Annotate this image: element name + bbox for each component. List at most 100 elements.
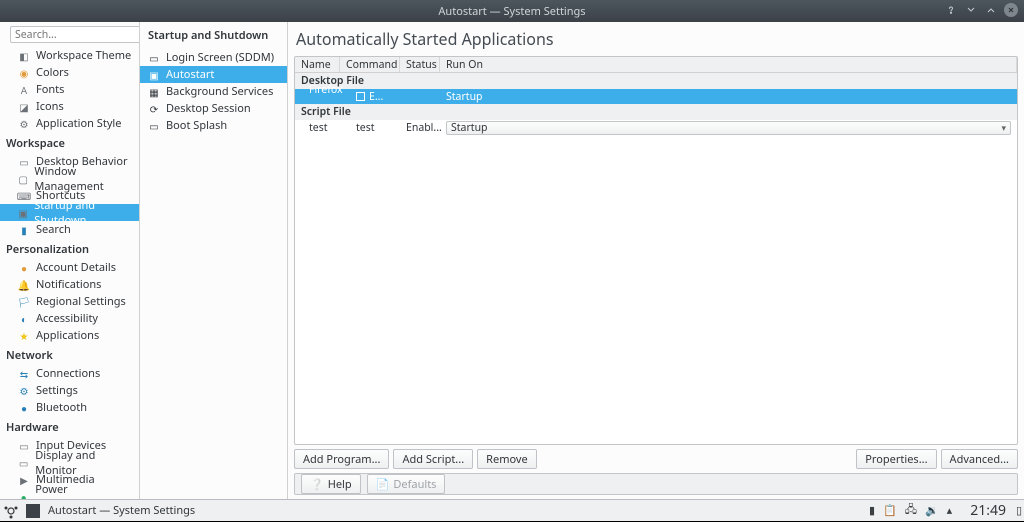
minimize-window-button[interactable] xyxy=(964,3,978,17)
sidebar-item-bluetooth[interactable]: ●Bluetooth xyxy=(0,399,139,416)
generic-icon: 🏳 xyxy=(18,296,30,308)
generic-icon: ⇆ xyxy=(18,368,30,380)
generic-icon: ● xyxy=(18,402,30,414)
generic-icon: ▶ xyxy=(18,474,30,486)
mid-item-login-screen-sddm-[interactable]: ▭Login Screen (SDDM) xyxy=(140,49,287,66)
mid-item-background-services[interactable]: ▦Background Services xyxy=(140,83,287,100)
generic-icon: 🔔 xyxy=(18,279,30,291)
generic-icon: ⟳ xyxy=(148,103,160,115)
remove-button[interactable]: Remove xyxy=(477,449,537,469)
task-label[interactable]: Autostart — System Settings xyxy=(40,503,203,518)
help-button[interactable]: ❔Help xyxy=(301,474,361,494)
properties-button[interactable]: Properties... xyxy=(856,449,936,469)
tray-volume-icon[interactable]: 🔉 xyxy=(925,503,939,518)
advanced-button[interactable]: Advanced... xyxy=(941,449,1018,469)
generic-icon: ▭ xyxy=(18,457,29,469)
sidebar-item-label: Workspace Theme xyxy=(36,48,131,63)
add-program-button[interactable]: Add Program... xyxy=(294,449,389,469)
column-header[interactable]: Status xyxy=(400,57,440,72)
tray-disk-icon[interactable]: ▮ xyxy=(869,503,875,518)
column-header[interactable]: Command xyxy=(340,57,400,72)
sidebar-item-connections[interactable]: ⇆ Connections xyxy=(0,365,139,382)
sidebar-item-label: Settings xyxy=(36,383,78,398)
window-title: Autostart — System Settings xyxy=(438,4,585,19)
sidebar-item-applications[interactable]: ★ Applications xyxy=(0,327,139,344)
sidebar-item-account-details[interactable]: ●Account Details xyxy=(0,259,139,276)
sidebar-item-colors[interactable]: ◉ Colors xyxy=(0,64,139,81)
runon-select[interactable]: Startup▾ xyxy=(446,121,1011,135)
generic-icon: ▭ xyxy=(18,440,30,452)
sidebar-category: Personalization xyxy=(0,238,139,259)
sidebar-item-label: Icons xyxy=(36,99,64,114)
generic-icon: ▣ xyxy=(148,69,160,81)
generic-icon: A xyxy=(18,84,30,96)
tray-network-icon[interactable]: 🖧 xyxy=(905,501,917,520)
sidebar-item-label: Applications xyxy=(36,328,99,343)
status-checkbox[interactable] xyxy=(356,92,365,101)
search-input[interactable] xyxy=(10,26,140,43)
sidebar-item-workspace-theme[interactable]: ◧Workspace Theme xyxy=(0,47,139,64)
generic-icon: ⚙ xyxy=(18,118,30,130)
tray-expand-icon[interactable]: ▴ xyxy=(947,503,953,518)
sidebar-item-label: Colors xyxy=(36,65,69,80)
system-tray: ▮ 📋 🖧 🔉 ▴ xyxy=(859,501,962,520)
generic-icon: ◐ xyxy=(18,313,30,325)
footer-bar: ❔Help 📄Defaults xyxy=(294,473,1018,495)
sidebar-item-label: Application Style xyxy=(36,116,121,131)
tray-clipboard-icon[interactable]: 📋 xyxy=(883,503,897,518)
generic-icon: ▭ xyxy=(148,120,160,132)
sidebar-item-notifications[interactable]: 🔔Notifications xyxy=(0,276,139,293)
generic-icon: ★ xyxy=(18,330,30,342)
cell-name: test xyxy=(295,121,350,135)
generic-icon: ◉ xyxy=(18,67,30,79)
column-header[interactable]: Run On xyxy=(440,57,1017,72)
sidebar-item-power-management[interactable]: ●Power Management xyxy=(0,488,139,499)
defaults-button[interactable]: 📄Defaults xyxy=(367,474,446,494)
column-header[interactable]: Name xyxy=(295,57,340,72)
generic-icon: ● xyxy=(18,491,29,500)
titlebar: Autostart — System Settings xyxy=(0,0,1024,22)
sidebar-item-icons[interactable]: ◪ Icons xyxy=(0,98,139,115)
sidebar-category: Workspace xyxy=(0,132,139,153)
mid-item-label: Login Screen (SDDM) xyxy=(166,50,274,65)
defaults-icon: 📄 xyxy=(376,477,390,492)
sidebar-item-fonts[interactable]: A Fonts xyxy=(0,81,139,98)
sidebar-item-label: Connections xyxy=(36,366,100,381)
sidebar-item-accessibility[interactable]: ◐ Accessibility xyxy=(0,310,139,327)
mid-item-label: Boot Splash xyxy=(166,118,227,133)
clock[interactable]: 21:49 xyxy=(962,501,1014,520)
mid-item-desktop-session[interactable]: ⟳ Desktop Session xyxy=(140,100,287,117)
table-row[interactable]: testtestEnabl...Startup▾ xyxy=(295,120,1017,135)
sidebar-category: Network xyxy=(0,344,139,365)
sidebar-item-label: Accessibility xyxy=(36,311,98,326)
page-title: Automatically Started Applications xyxy=(294,28,1018,52)
mid-item-autostart[interactable]: ▣Autostart xyxy=(140,66,287,83)
generic-icon: ◪ xyxy=(18,101,30,113)
sidebar-item-label: Fonts xyxy=(36,82,64,97)
show-desktop-icon[interactable]: ▯ xyxy=(1014,503,1024,518)
sidebar-item-application-style[interactable]: ⚙ Application Style xyxy=(0,115,139,132)
sidebar-item-display-and-monitor[interactable]: ▭Display and Monitor xyxy=(0,454,139,471)
close-window-button[interactable] xyxy=(1004,3,1018,17)
generic-icon: ▭ xyxy=(18,156,30,168)
sidebar-item-settings[interactable]: ⚙Settings xyxy=(0,382,139,399)
sidebar-category: Hardware xyxy=(0,416,139,437)
start-icon[interactable] xyxy=(0,500,22,522)
mid-title: Startup and Shutdown xyxy=(140,22,287,49)
mid-item-label: Desktop Session xyxy=(166,101,251,116)
maximize-window-button[interactable] xyxy=(984,3,998,17)
chevron-down-icon: ▾ xyxy=(1001,121,1006,134)
help-window-button[interactable] xyxy=(944,3,958,17)
sidebar-item-window-management[interactable]: ▢Window Management xyxy=(0,170,139,187)
generic-icon: ▮ xyxy=(18,224,30,236)
add-script-button[interactable]: Add Script... xyxy=(393,449,473,469)
mid-item-boot-splash[interactable]: ▭ Boot Splash xyxy=(140,117,287,134)
cell-runon: Startup▾ xyxy=(440,121,1017,135)
table-row[interactable]: Firefox ...E...Startup xyxy=(295,89,1017,104)
task-icon[interactable] xyxy=(26,504,40,518)
cell-runon: Startup xyxy=(440,90,1017,104)
generic-icon: ⌨ xyxy=(18,190,30,202)
sidebar-item-regional-settings[interactable]: 🏳Regional Settings xyxy=(0,293,139,310)
sidebar-item-startup-and-shutdown[interactable]: ▣Startup and Shutdown xyxy=(0,204,139,221)
generic-icon: ▢ xyxy=(18,173,28,185)
